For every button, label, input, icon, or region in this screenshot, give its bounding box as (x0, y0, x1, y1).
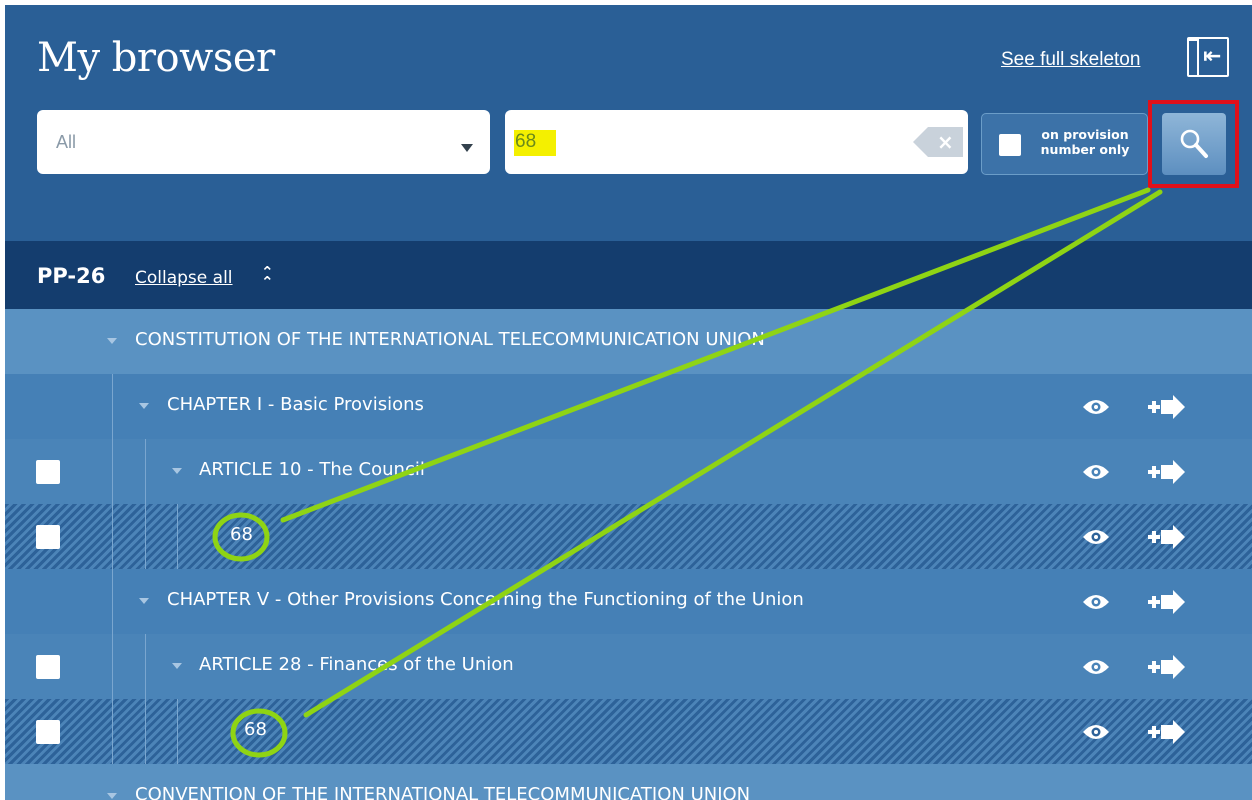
scope-select-value: All (56, 132, 77, 152)
eye-icon[interactable] (1081, 396, 1111, 418)
tree-row-convention[interactable]: CONVENTION OF THE INTERNATIONAL TELECOMM… (5, 764, 1252, 800)
tree-row-chapter-5[interactable]: CHAPTER V - Other Provisions Concerning … (5, 569, 1252, 634)
tree-header: PP-26 Collapse all ⌃ ⌃ (5, 241, 1252, 309)
panel-divider-icon (1197, 39, 1199, 75)
annotation-highlight-box (1148, 100, 1239, 188)
add-to-selection-icon[interactable] (1146, 654, 1186, 680)
tree-row-provision-68[interactable]: 68 (5, 699, 1252, 764)
browser-panel: My browser See full skeleton ⇤ All × on … (5, 5, 1252, 800)
expand-toggle-icon[interactable] (139, 403, 149, 409)
expand-toggle-icon[interactable] (172, 663, 182, 669)
tree-row-label: CHAPTER V - Other Provisions Concerning … (167, 589, 804, 610)
tree-row-chapter-1[interactable]: CHAPTER I - Basic Provisions (5, 374, 1252, 439)
see-full-skeleton-link[interactable]: See full skeleton (1001, 49, 1140, 71)
row-checkbox[interactable] (36, 720, 60, 744)
expand-toggle-icon[interactable] (107, 338, 117, 344)
expand-toggle-icon[interactable] (107, 793, 117, 799)
document-title: PP-26 (37, 264, 106, 288)
tree-row-label: CONSTITUTION OF THE INTERNATIONAL TELECO… (135, 329, 765, 350)
browser-header: My browser See full skeleton ⇤ All × on … (5, 5, 1252, 241)
tree-row-label: ARTICLE 28 - Finances of the Union (199, 654, 514, 675)
provision-number-checkbox[interactable] (999, 134, 1021, 156)
row-checkbox[interactable] (36, 655, 60, 679)
expand-toggle-icon[interactable] (172, 468, 182, 474)
tree-row-label: CHAPTER I - Basic Provisions (167, 394, 424, 415)
eye-icon[interactable] (1081, 721, 1111, 743)
close-icon: × (937, 130, 954, 154)
page-title: My browser (37, 35, 275, 81)
add-to-selection-icon[interactable] (1146, 524, 1186, 550)
tree-row-label: CONVENTION OF THE INTERNATIONAL TELECOMM… (135, 784, 751, 800)
scope-select[interactable]: All (37, 110, 490, 174)
search-field[interactable]: × (505, 110, 968, 174)
eye-icon[interactable] (1081, 591, 1111, 613)
provision-number-label: 68 (244, 719, 267, 740)
clear-search-button[interactable]: × (913, 127, 963, 157)
search-input[interactable] (515, 126, 895, 158)
chevron-up-double-icon[interactable]: ⌃ ⌃ (261, 265, 274, 290)
provision-number-label: 68 (230, 524, 253, 545)
row-checkbox[interactable] (36, 525, 60, 549)
tree-row-article-28[interactable]: ARTICLE 28 - Finances of the Union (5, 634, 1252, 699)
arrow-left-icon: ⇤ (1203, 44, 1222, 69)
add-to-selection-icon[interactable] (1146, 394, 1186, 420)
collapse-all-link[interactable]: Collapse all (135, 268, 233, 288)
expand-toggle-icon[interactable] (139, 598, 149, 604)
caret-down-icon (461, 144, 473, 152)
tree-row-label: ARTICLE 10 - The Council (199, 459, 425, 480)
eye-icon[interactable] (1081, 461, 1111, 483)
collapse-panel-button[interactable]: ⇤ (1187, 37, 1229, 77)
provision-number-label: on provision number only (1040, 127, 1130, 157)
tree-row-constitution[interactable]: CONSTITUTION OF THE INTERNATIONAL TELECO… (5, 309, 1252, 374)
provision-number-toggle[interactable]: on provision number only (981, 113, 1148, 175)
eye-icon[interactable] (1081, 526, 1111, 548)
tree-row-article-10[interactable]: ARTICLE 10 - The Council (5, 439, 1252, 504)
add-to-selection-icon[interactable] (1146, 459, 1186, 485)
row-checkbox[interactable] (36, 460, 60, 484)
tree-row-provision-68[interactable]: 68 (5, 504, 1252, 569)
eye-icon[interactable] (1081, 656, 1111, 678)
add-to-selection-icon[interactable] (1146, 719, 1186, 745)
add-to-selection-icon[interactable] (1146, 589, 1186, 615)
